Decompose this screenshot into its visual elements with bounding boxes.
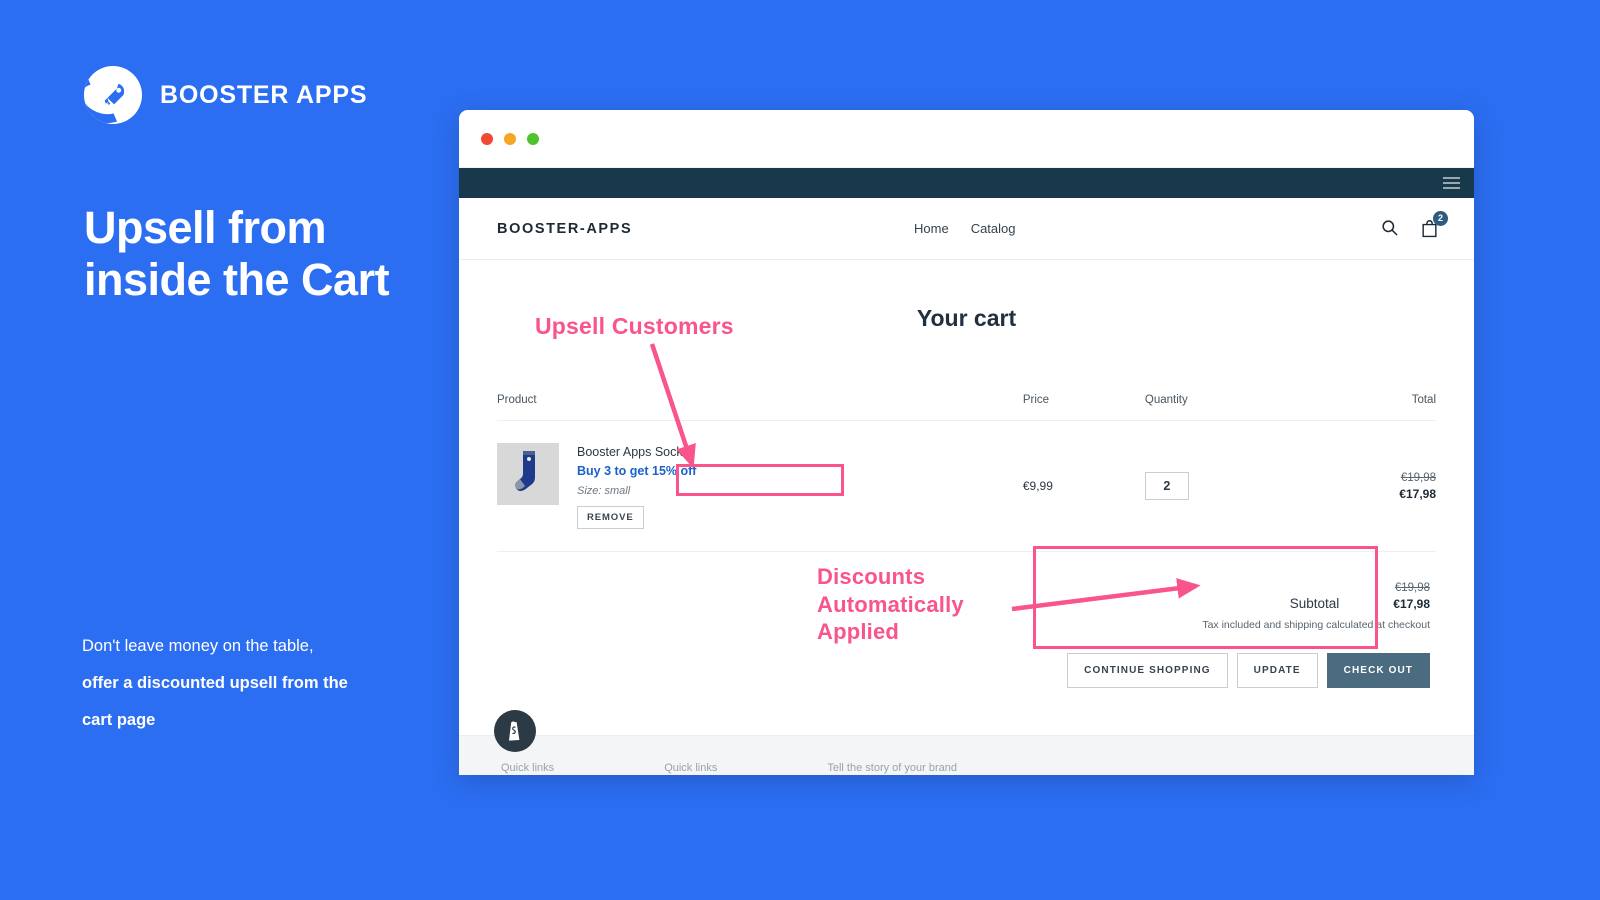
- footer-column-1[interactable]: Quick links: [501, 762, 554, 774]
- footer-column-2[interactable]: Quick links: [664, 762, 717, 774]
- subtotal-label: Subtotal: [1289, 596, 1340, 611]
- cart-table: Product Price Quantity Total Booster App…: [497, 394, 1436, 552]
- subcopy-line-2: offer a discounted upsell from the: [82, 674, 348, 693]
- shopify-glyph: [509, 721, 520, 741]
- subtotal-original: €19,98: [1394, 582, 1430, 594]
- brand-name: BOOSTER APPS: [160, 80, 368, 109]
- remove-button[interactable]: REMOVE: [577, 506, 644, 529]
- hero-subcopy: Don't leave money on the table, offer a …: [82, 628, 462, 739]
- store-footer: Quick links Quick links Tell the story o…: [459, 735, 1474, 775]
- store-logo[interactable]: BOOSTER-APPS: [497, 221, 632, 237]
- cart-count-badge: 2: [1433, 210, 1448, 226]
- quantity-input[interactable]: [1144, 472, 1189, 500]
- nav-item-catalog[interactable]: Catalog: [971, 221, 1016, 236]
- cart-item-quantity-cell: [1144, 420, 1305, 552]
- checkout-button[interactable]: CHECK OUT: [1326, 653, 1430, 688]
- hamburger-icon[interactable]: [1443, 177, 1460, 189]
- cart-table-header-row: Product Price Quantity Total: [497, 394, 1436, 421]
- shopify-bag-icon[interactable]: [494, 710, 536, 752]
- maximize-dot[interactable]: [527, 132, 539, 145]
- cart-item-total-discounted: €17,98: [1399, 486, 1436, 501]
- cart-item-total-original: €19,98: [1400, 471, 1436, 484]
- store-header: BOOSTER-APPS Home Catalog 2: [459, 198, 1474, 260]
- search-icon[interactable]: [1380, 218, 1400, 240]
- store-nav: Home Catalog: [914, 221, 1016, 236]
- browser-titlebar: [459, 110, 1474, 168]
- rocket-glyph: [104, 83, 125, 106]
- cart-item-price: €9,99: [1022, 420, 1145, 552]
- subcopy-line-3: cart page: [82, 711, 156, 730]
- cart-summary: Subtotal €19,98 €17,98 Tax included and …: [497, 582, 1436, 688]
- cart-item-variant: Size: small: [577, 485, 631, 497]
- window-controls: [481, 132, 539, 145]
- cart-action-buttons: CONTINUE SHOPPING UPDATE CHECK OUT: [497, 653, 1430, 688]
- subtotal-discounted: €17,98: [1393, 597, 1430, 611]
- column-header-product: Product: [497, 394, 1023, 421]
- hero-headline: Upsell from inside the Cart: [84, 202, 390, 306]
- column-header-quantity: Quantity: [1144, 394, 1305, 421]
- tax-shipping-note: Tax included and shipping calculated at …: [1202, 619, 1430, 631]
- rocket-icon: [84, 66, 142, 124]
- header-icons: 2: [1380, 210, 1448, 240]
- table-row: Booster Apps Socks Buy 3 to get 15% off …: [497, 420, 1436, 552]
- column-header-price: Price: [1022, 394, 1145, 421]
- upsell-promo-text[interactable]: Buy 3 to get 15% off: [577, 464, 696, 478]
- subcopy-line-1: Don't leave money on the table,: [82, 637, 314, 655]
- page-title: Your cart: [916, 305, 1017, 331]
- cart-page-body: Your cart Product Price Quantity Total B…: [459, 305, 1474, 688]
- nav-item-home[interactable]: Home: [914, 221, 949, 236]
- continue-shopping-button[interactable]: CONTINUE SHOPPING: [1067, 653, 1228, 688]
- cart-icon[interactable]: 2: [1420, 210, 1448, 240]
- sock-image[interactable]: [497, 443, 559, 505]
- update-button[interactable]: UPDATE: [1236, 653, 1318, 688]
- cart-item-name[interactable]: Booster Apps Socks: [577, 445, 696, 459]
- brand-lockup: BOOSTER APPS: [84, 66, 367, 124]
- close-dot[interactable]: [481, 132, 493, 145]
- footer-column-3: Tell the story of your brand: [827, 762, 957, 774]
- column-header-total: Total: [1304, 394, 1436, 421]
- browser-window: BOOSTER-APPS Home Catalog 2 Your cart Pr…: [459, 110, 1474, 775]
- minimize-dot[interactable]: [504, 132, 516, 145]
- store-announcement-bar: [459, 168, 1474, 198]
- left-marketing-panel: BOOSTER APPS Upsell from inside the Cart…: [0, 0, 470, 900]
- cart-item-product-cell: Booster Apps Socks Buy 3 to get 15% off …: [497, 420, 1023, 552]
- cart-item-total-cell: €19,98 €17,98: [1304, 420, 1436, 552]
